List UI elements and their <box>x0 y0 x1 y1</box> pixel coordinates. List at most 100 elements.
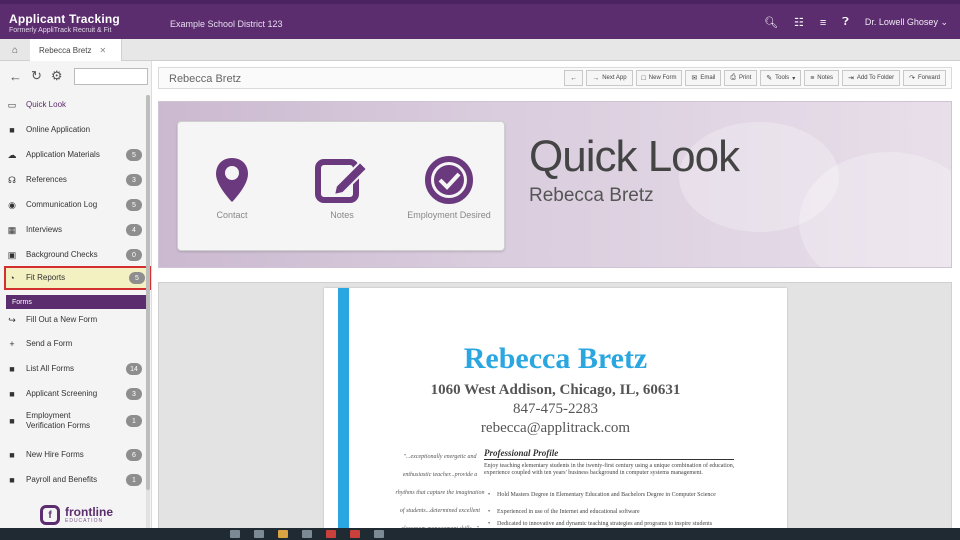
search-icon[interactable]: 🔍︎ <box>764 16 778 29</box>
sidebar-item-online-application[interactable]: ■ Online Application <box>6 118 146 142</box>
chevron-down-icon: ▾ <box>792 75 796 82</box>
sidebar-item-list-all-forms[interactable]: ■ List All Forms 14 <box>6 357 146 381</box>
app-title: Applicant Tracking <box>9 12 120 26</box>
rss-icon[interactable]: ≡ <box>820 17 826 29</box>
count-badge: 5 <box>129 272 145 284</box>
settings-icon[interactable]: ⚙ <box>51 68 63 84</box>
arrow-left-icon: ← <box>570 74 578 82</box>
sidebar-item-references[interactable]: ☊ References 3 <box>6 168 146 192</box>
add-to-folder-button[interactable]: ⇥ Add To Folder <box>841 70 901 86</box>
map-pin-icon <box>216 158 248 202</box>
sidebar-item-payroll-and-benefits[interactable]: ■ Payroll and Benefits 1 <box>6 468 146 492</box>
calendar-icon: ▦ <box>7 224 17 235</box>
taskbar-app-icon[interactable] <box>278 530 288 538</box>
user-name: Dr. Lowell Ghosey <box>864 17 938 27</box>
sidebar-scrollbar[interactable] <box>146 95 150 490</box>
taskbar-app-icon[interactable] <box>350 530 360 538</box>
sidebar: ← ↻ ⚙ ▭ Quick Look ■ Online Application … <box>0 61 152 540</box>
profile-bullet: Dedicated to innovative and dynamic teac… <box>488 521 742 528</box>
document-icon: ■ <box>9 125 15 135</box>
sidebar-item-employment-verification[interactable]: ■ Employment Verification Forms 1 <box>6 407 146 435</box>
notes-shortcut[interactable]: Notes <box>302 156 382 220</box>
sidebar-item-send-a-form[interactable]: + Send a Form <box>6 332 146 356</box>
taskbar-app-icon[interactable] <box>254 530 264 538</box>
sidebar-item-background-checks[interactable]: ▣ Background Checks 0 <box>6 243 146 267</box>
sidebar-item-fill-out-new-form[interactable]: ↪ Fill Out a New Form <box>6 308 146 332</box>
sidebar-search-input[interactable] <box>73 67 148 85</box>
taskbar-icons <box>230 530 384 538</box>
share-icon: ↪ <box>8 314 16 325</box>
taskbar-app-icon[interactable] <box>302 530 312 538</box>
help-icon[interactable]: ❓︎ <box>842 16 849 29</box>
home-tab[interactable]: ⌂ <box>0 39 30 61</box>
os-taskbar <box>0 528 960 540</box>
folder-icon: ⇥ <box>847 75 854 82</box>
sidebar-item-applicant-screening[interactable]: ■ Applicant Screening 3 <box>6 382 146 406</box>
applicants-icon[interactable]: ☷ <box>794 16 804 29</box>
sidebar-item-fit-reports[interactable]: ◔ Fit Reports 5 <box>4 266 151 290</box>
section-forms-header: Forms <box>6 295 146 309</box>
print-button[interactable]: ⎙ Print <box>724 70 758 86</box>
headset-icon: ☊ <box>8 174 16 185</box>
id-card-icon: ▣ <box>7 249 17 260</box>
count-badge: 4 <box>126 224 142 236</box>
resume-quote-line: rhythms that capture the imagination <box>395 490 485 496</box>
tab-label: Rebecca Bretz <box>39 45 92 55</box>
count-badge: 1 <box>126 415 142 427</box>
app-subtitle: Formerly AppliTrack Recruit & Fit <box>9 27 112 34</box>
back-arrow-icon[interactable]: ← <box>9 69 22 84</box>
next-app-button[interactable]: → Next App <box>586 70 633 86</box>
new-form-button[interactable]: □ New Form <box>635 70 683 86</box>
quick-look-card: Contact Notes Employment Desired <box>177 121 505 251</box>
header-tools: 🔍︎ ☷ ≡ ❓︎ Dr. Lowell Ghosey ⌄ <box>764 16 948 29</box>
tools-icon: ✎ <box>766 75 773 82</box>
forward-button[interactable]: ↷ Forward <box>903 70 946 86</box>
contact-shortcut[interactable]: Contact <box>192 156 272 220</box>
resume-quote-line: "...exceptionally energetic and <box>403 454 477 460</box>
refresh-icon[interactable]: ↻ <box>31 68 42 84</box>
check-circle-icon <box>425 156 473 204</box>
cloud-upload-icon: ☁ <box>7 149 17 160</box>
sidebar-item-new-hire-forms[interactable]: ■ New Hire Forms 6 <box>6 443 146 467</box>
sidebar-item-communication-log[interactable]: ◉ Communication Log 5 <box>6 193 146 217</box>
document-icon: ■ <box>9 475 15 485</box>
profile-bullet: Experienced in use of the Internet and e… <box>488 509 742 516</box>
resume-phone: 847-475-2283 <box>513 401 598 417</box>
frontline-mark-icon: f <box>40 505 60 525</box>
count-badge: 6 <box>126 449 142 461</box>
document-icon: ■ <box>9 389 15 399</box>
contact-label: Contact <box>216 210 248 220</box>
resume-email: rebecca@applitrack.com <box>480 420 631 436</box>
resume-quote-line: of students...determined excellent <box>399 508 481 514</box>
count-badge: 3 <box>126 388 142 400</box>
count-badge: 5 <box>126 199 142 211</box>
chart-icon: ◔ <box>9 273 15 283</box>
home-icon: ⌂ <box>11 44 19 56</box>
notes-icon: ≡ <box>810 74 815 82</box>
app-brand[interactable]: Applicant Tracking Formerly AppliTrack R… <box>9 12 120 34</box>
user-menu[interactable]: Dr. Lowell Ghosey ⌄ <box>865 17 948 28</box>
resume-viewer[interactable]: Rebecca Bretz 1060 West Addison, Chicago… <box>158 282 952 540</box>
applicant-toolbar: Rebecca Bretz ← → Next App □ New Form ✉ Ema… <box>158 67 952 89</box>
profile-bullet: Hold Masters Degree in Elementary Educat… <box>488 492 742 499</box>
profile-text: Enjoy teaching elementary students in th… <box>484 463 735 476</box>
notes-button[interactable]: ≡ Notes <box>804 70 839 86</box>
action-buttons: ← → Next App □ New Form ✉ Email ⎙ Print ✎ Too… <box>564 70 946 86</box>
taskbar-app-icon[interactable] <box>326 530 336 538</box>
email-button[interactable]: ✉ Email <box>685 70 722 86</box>
employment-desired-shortcut[interactable]: Employment Desired <box>404 156 494 220</box>
taskbar-app-icon[interactable] <box>374 530 384 538</box>
page-subtitle: Rebecca Bretz <box>529 185 654 206</box>
sidebar-item-quick-look[interactable]: ▭ Quick Look <box>6 93 146 117</box>
resume-name: Rebecca Bretz <box>463 342 648 375</box>
sidebar-item-application-materials[interactable]: ☁ Application Materials 5 <box>6 143 146 167</box>
sidebar-item-interviews[interactable]: ▦ Interviews 4 <box>6 218 146 242</box>
back-button[interactable]: ← <box>564 70 584 86</box>
tab-applicant[interactable]: Rebecca Bretz ✕ <box>30 39 122 61</box>
chat-icon: ◉ <box>8 199 16 210</box>
tools-button[interactable]: ✎ Tools ▾ <box>760 70 802 86</box>
taskbar-app-icon[interactable] <box>230 530 240 538</box>
close-icon[interactable]: ✕ <box>99 46 106 55</box>
quick-look-banner: Contact Notes Employment Desired Quick L… <box>158 101 952 268</box>
count-badge: 5 <box>126 149 142 161</box>
